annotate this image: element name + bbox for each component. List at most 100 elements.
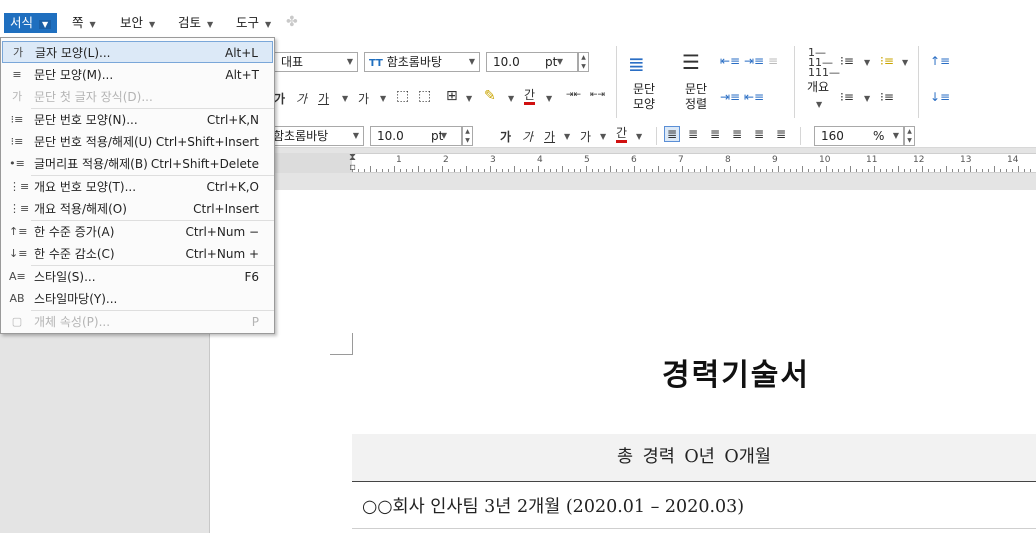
char-spacing-narrow-icon[interactable]: ⇥⇤: [566, 90, 581, 100]
chevron-down-icon[interactable]: ▼: [816, 100, 822, 109]
format-size-spinner[interactable]: ▲ ▼: [462, 126, 473, 146]
font-color-button[interactable]: 간: [524, 88, 536, 105]
bullet-toggle-icon: •≡: [9, 157, 25, 170]
career-total-text[interactable]: 총 경력 O년 O개월: [352, 434, 1036, 482]
spacing-down-icon[interactable]: ⇤≡: [744, 90, 764, 104]
menu-page[interactable]: 쪽 ▼: [68, 13, 100, 33]
style-select[interactable]: 대표 ▼: [274, 52, 358, 72]
menu-item[interactable]: ⋮≡ 개요 적용/해제(O) Ctrl+Insert: [2, 198, 273, 220]
ruler-tick: [886, 169, 887, 172]
menu-format[interactable]: 서식 ▼: [4, 13, 58, 33]
number-list-toggle-icon[interactable]: ⁝≡: [880, 90, 894, 104]
format-strike-button[interactable]: 가: [580, 128, 591, 145]
chevron-down-icon[interactable]: ▼: [546, 94, 552, 103]
format-italic-button[interactable]: 가: [522, 128, 533, 145]
number-list-icon[interactable]: ⁝≡: [840, 90, 854, 104]
align-divide-icon[interactable]: ≣: [776, 127, 786, 141]
menu-security[interactable]: 보안 ▼: [116, 13, 159, 33]
ruler-tick: [1006, 169, 1007, 172]
document-title[interactable]: 경력기술서: [560, 350, 912, 394]
font-select[interactable]: TT 함초롬바탕 ▼: [364, 52, 480, 72]
strikethrough-button[interactable]: 가: [358, 90, 369, 107]
career-summary-cell[interactable]: 총 경력 O년 O개월: [352, 434, 1036, 482]
superscript-icon[interactable]: ⬚: [396, 88, 409, 104]
para-align-icon[interactable]: ☰: [682, 50, 700, 74]
menu-item-label: 개체 속성(P)...: [34, 315, 111, 329]
ruler-tick: [1018, 166, 1019, 172]
chevron-down-icon[interactable]: ▼: [600, 132, 606, 141]
char-spacing-wide-icon[interactable]: ⇤⇥: [590, 90, 605, 100]
indent-left-icon[interactable]: ⇤≡: [720, 54, 740, 68]
menu-item[interactable]: ⁝≡ 문단 번호 적용/해제(U) Ctrl+Shift+Insert: [2, 131, 273, 153]
chevron-down-icon[interactable]: ▼: [466, 94, 472, 103]
italic-button[interactable]: 가: [296, 90, 307, 107]
chevron-down-icon[interactable]: ▼: [864, 58, 870, 67]
subscript-icon[interactable]: ⬚: [418, 88, 431, 104]
menu-review[interactable]: 검토 ▼: [174, 13, 217, 33]
chevron-down-icon[interactable]: ▼: [380, 94, 386, 103]
format-font-select[interactable]: 함초롬바탕 ▼: [266, 126, 364, 146]
para-align-button[interactable]: 문단 정렬: [678, 82, 714, 112]
chevron-down-icon: ▼: [440, 131, 447, 140]
ruler-tick: [778, 166, 779, 172]
menu-item-label: 문단 번호 모양(N)...: [34, 113, 138, 127]
spacing-up-icon[interactable]: ⇥≡: [720, 90, 740, 104]
ruler-tick: [538, 166, 539, 172]
menu-item: ▢ 개체 속성(P)... P: [2, 311, 273, 333]
indent-marker-icon[interactable]: ⧗ ▫: [348, 153, 357, 175]
horizontal-ruler[interactable]: 11234567891011121314: [274, 153, 1036, 173]
font-size-unit: pt: [545, 55, 558, 69]
bullet-list-icon[interactable]: ⁝≡: [840, 54, 854, 68]
career-entry-cell[interactable]: ○○회사 인사팀 3년 2개월 (2020.01 – 2020.03): [352, 483, 1036, 529]
bullet-color-icon[interactable]: ⁝≡: [880, 54, 894, 68]
menu-item[interactable]: •≡ 글머리표 적용/해제(B) Ctrl+Shift+Delete: [2, 153, 273, 175]
level-up-icon[interactable]: ↑≡: [930, 54, 950, 68]
highlight-pen-icon[interactable]: ✎: [484, 88, 496, 104]
chevron-down-icon: ▼: [352, 131, 359, 140]
ruler-tick: [670, 169, 671, 172]
align-right-icon[interactable]: ≣: [732, 127, 742, 141]
menu-item-label: 개요 적용/해제(O): [34, 202, 127, 216]
menu-item[interactable]: A≡ 스타일(S)... F6: [2, 266, 273, 288]
line-spacing-spinner[interactable]: ▲ ▼: [904, 126, 915, 146]
level-down-icon[interactable]: ↓≡: [930, 90, 950, 104]
para-shape-button[interactable]: 문단 모양: [626, 82, 662, 112]
outline-button[interactable]: 개요: [802, 80, 834, 95]
align-distribute-icon[interactable]: ≣: [754, 127, 764, 141]
char-border-icon[interactable]: ⊞: [446, 88, 458, 104]
menu-item[interactable]: ↑≡ 한 수준 증가(A) Ctrl+Num −: [2, 221, 273, 243]
menu-item[interactable]: 가 글자 모양(L)... Alt+L: [2, 41, 273, 63]
align-left-icon[interactable]: ≣: [688, 127, 698, 141]
bold-button[interactable]: 가: [274, 90, 285, 107]
align-center-icon[interactable]: ≣: [710, 127, 720, 141]
extra-tools-icon[interactable]: ✤: [286, 14, 304, 30]
format-underline-button[interactable]: 가: [544, 128, 555, 145]
chevron-down-icon[interactable]: ▼: [564, 132, 570, 141]
line-spacing-select[interactable]: 160 % ▼: [814, 126, 904, 146]
chevron-down-icon: ▼: [468, 57, 475, 66]
chevron-down-icon[interactable]: ▼: [342, 94, 348, 103]
menu-item[interactable]: ≡ 문단 모양(M)... Alt+T: [2, 64, 273, 86]
chevron-down-icon[interactable]: ▼: [636, 132, 642, 141]
menu-item[interactable]: ⋮≡ 개요 번호 모양(T)... Ctrl+K,O: [2, 176, 273, 198]
career-entry-text[interactable]: ○○회사 인사팀 3년 2개월 (2020.01 – 2020.03): [362, 493, 744, 518]
format-size-select[interactable]: 10.0 pt ▼: [370, 126, 462, 146]
outline-icon[interactable]: 1— 11— 111—: [808, 47, 840, 78]
format-bold-button[interactable]: 가: [500, 128, 511, 145]
chevron-down-icon[interactable]: ▼: [902, 58, 908, 67]
chevron-down-icon[interactable]: ▼: [508, 94, 514, 103]
menu-item[interactable]: ⁝≡ 문단 번호 모양(N)... Ctrl+K,N: [2, 109, 273, 131]
font-size-select[interactable]: 10.0 pt ▼: [486, 52, 578, 72]
chevron-down-icon[interactable]: ▼: [39, 20, 52, 29]
font-size-spinner[interactable]: ▲ ▼: [578, 52, 589, 72]
chevron-down-icon[interactable]: ▼: [864, 94, 870, 103]
format-font-color-button[interactable]: 간: [616, 127, 628, 143]
para-number-icon: ⁝≡: [10, 113, 24, 126]
para-shape-icon[interactable]: ≣: [628, 52, 645, 76]
menu-item[interactable]: ↓≡ 한 수준 감소(C) Ctrl+Num +: [2, 243, 273, 265]
align-justify-icon[interactable]: ≣: [664, 126, 681, 142]
indent-right-icon[interactable]: ⇥≡: [744, 54, 764, 68]
underline-button[interactable]: 가: [318, 90, 329, 107]
menu-item[interactable]: AB 스타일마당(Y)...: [2, 288, 273, 310]
menu-tools[interactable]: 도구 ▼: [232, 13, 275, 33]
